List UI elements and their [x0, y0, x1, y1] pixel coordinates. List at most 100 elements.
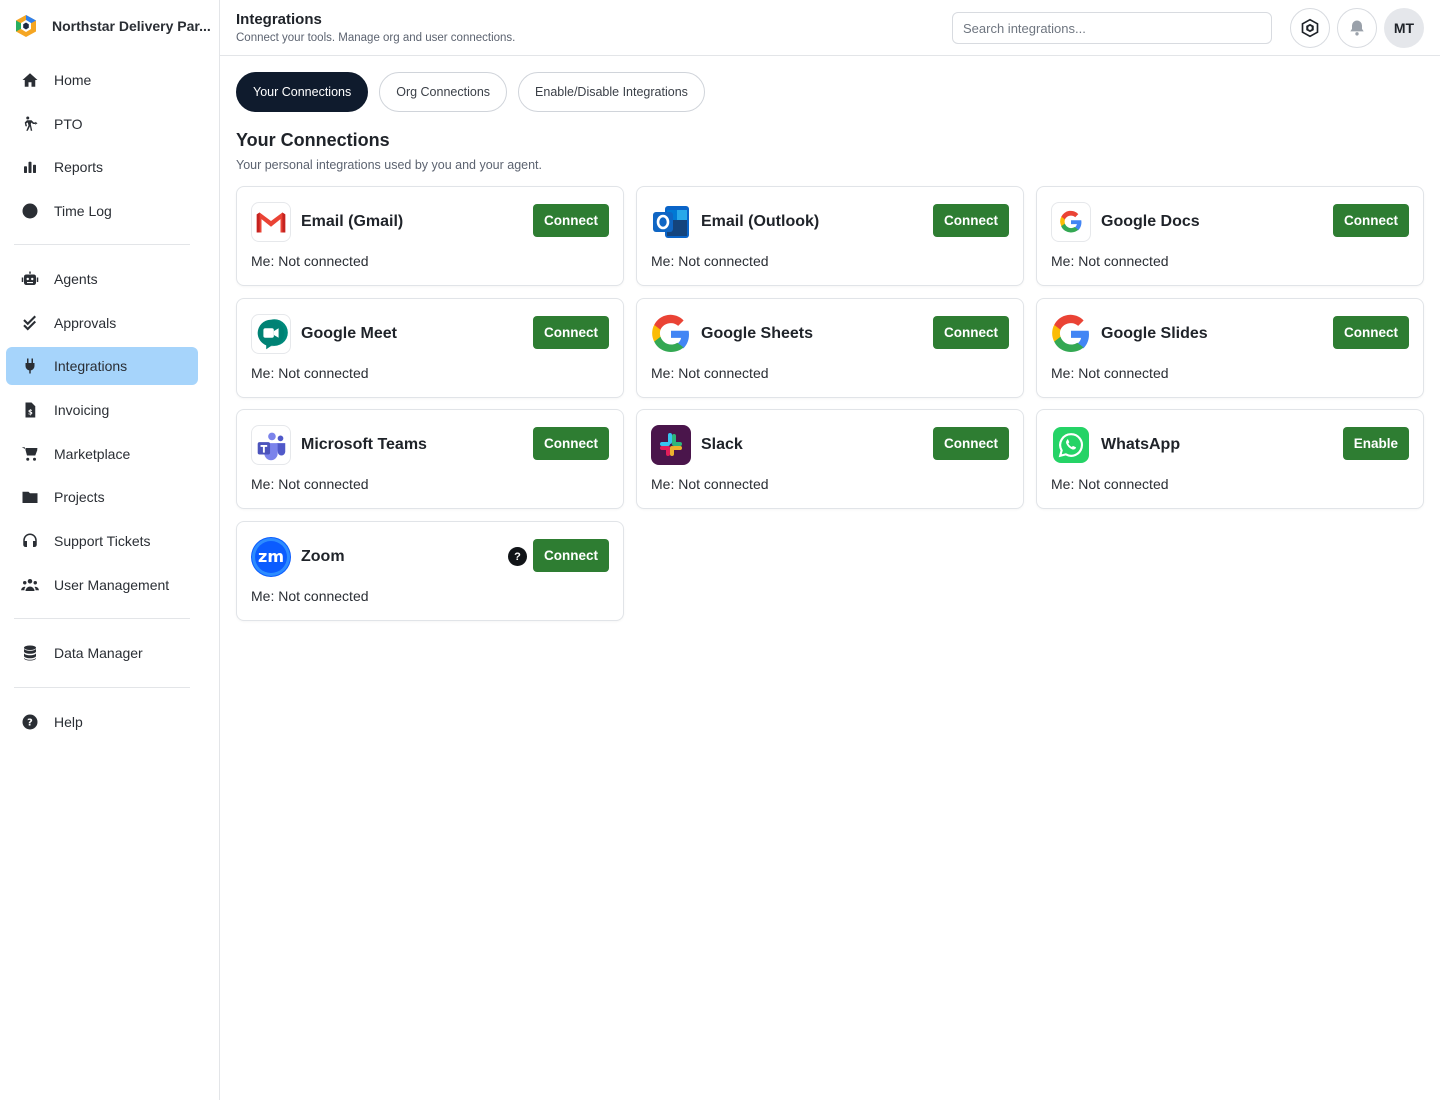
sidebar-item-home[interactable]: Home: [6, 61, 198, 99]
sidebar-item-approvals[interactable]: Approvals: [6, 304, 198, 342]
sidebar-item-label: Integrations: [54, 358, 128, 375]
enable-button[interactable]: Enable: [1342, 427, 1409, 460]
google-icon: [1051, 202, 1091, 242]
nav-divider: [14, 618, 190, 619]
integration-card-google-docs: Google Docs Connect Me: Not connected: [1036, 186, 1424, 286]
sidebar-item-agents[interactable]: Agents: [6, 260, 198, 298]
database-icon: [20, 643, 40, 663]
connection-status: Me: Not connected: [251, 253, 369, 269]
connect-button[interactable]: Connect: [933, 204, 1009, 237]
connect-button[interactable]: Connect: [933, 427, 1009, 460]
sidebar-item-help[interactable]: ? Help: [6, 703, 198, 741]
integration-card-google-slides: Google Slides Connect Me: Not connected: [1036, 298, 1424, 398]
top-header: Integrations Connect your tools. Manage …: [220, 0, 1440, 56]
search-input[interactable]: [952, 12, 1272, 44]
connection-status: Me: Not connected: [1051, 476, 1169, 492]
section-subtitle: Your personal integrations used by you a…: [236, 158, 542, 172]
sidebar-item-label: Home: [54, 72, 92, 88]
integration-name: Email (Gmail): [301, 213, 404, 230]
sidebar-item-label: Marketplace: [54, 445, 131, 462]
sidebar-item-label: Approvals: [54, 314, 117, 331]
whatsapp-icon: [1053, 427, 1089, 463]
avatar[interactable]: MT: [1384, 8, 1424, 48]
integration-name: Email (Outlook): [701, 213, 820, 230]
sidebar-item-data-manager[interactable]: Data Manager: [6, 634, 198, 672]
page-title: Integrations: [236, 11, 322, 28]
folder-icon: [20, 487, 40, 507]
teams-icon: [251, 425, 291, 465]
brand-logo-icon: [16, 15, 36, 37]
app-switcher-button[interactable]: [1290, 8, 1330, 48]
tab-org-connections[interactable]: Org Connections: [379, 72, 508, 112]
nav-divider: [14, 244, 190, 245]
sidebar-item-label: User Management: [54, 576, 170, 593]
integration-name: Google Sheets: [701, 325, 814, 342]
google-meet-icon: [251, 314, 291, 354]
sidebar-item-integrations[interactable]: Integrations: [6, 347, 198, 386]
integration-card-microsoft-teams: Microsoft Teams Connect Me: Not connecte…: [236, 409, 624, 509]
integration-name: Google Meet: [301, 325, 398, 342]
nav-group-help: ? Help: [6, 703, 198, 747]
connect-button[interactable]: Connect: [1333, 204, 1409, 237]
integration-name: Slack: [701, 436, 743, 453]
connect-button[interactable]: Connect: [533, 204, 609, 237]
integration-card-whatsapp: WhatsApp Enable Me: Not connected: [1036, 409, 1424, 509]
sidebar-item-label: Projects: [54, 489, 105, 506]
sidebar-item-label: Agents: [54, 271, 98, 287]
svg-text:zm: zm: [258, 547, 284, 566]
section-title: Your Connections: [236, 130, 390, 150]
integration-name: Google Slides: [1101, 325, 1208, 342]
bell-icon: [1350, 20, 1364, 36]
cart-icon: [20, 444, 40, 464]
cube-logo-icon: [1301, 18, 1319, 38]
google-icon: [651, 314, 691, 354]
nav-group-data: Data Manager: [6, 634, 198, 678]
sidebar-item-label: PTO: [54, 115, 83, 132]
check-double-icon: [20, 313, 40, 333]
sidebar-item-pto[interactable]: PTO: [6, 105, 198, 143]
sidebar-item-time-log[interactable]: Time Log: [6, 192, 198, 230]
connect-button[interactable]: Connect: [533, 539, 609, 572]
sidebar-item-support-tickets[interactable]: Support Tickets: [6, 522, 198, 560]
sidebar-item-user-management[interactable]: User Management: [6, 566, 198, 604]
integration-card-gmail: Email (Gmail) Connect Me: Not connected: [236, 186, 624, 286]
users-icon: [20, 575, 40, 595]
page-subtitle: Connect your tools. Manage org and user …: [236, 32, 516, 44]
sidebar-item-label: Invoicing: [54, 402, 110, 419]
connection-status: Me: Not connected: [651, 365, 769, 381]
sidebar-item-invoicing[interactable]: $ Invoicing: [6, 391, 198, 429]
connect-button[interactable]: Connect: [533, 316, 609, 349]
integration-card-google-meet: Google Meet Connect Me: Not connected: [236, 298, 624, 398]
notifications-button[interactable]: [1337, 8, 1377, 48]
integration-name: Google Docs: [1101, 213, 1200, 230]
bar-chart-icon: [20, 157, 40, 177]
connection-status: Me: Not connected: [251, 365, 369, 381]
integration-card-outlook: Email (Outlook) Connect Me: Not connecte…: [636, 186, 1024, 286]
connection-status: Me: Not connected: [651, 253, 769, 269]
tab-bar: Your Connections Org Connections Enable/…: [236, 72, 716, 112]
sidebar-item-label: Support Tickets: [54, 533, 151, 550]
sidebar: Northstar Delivery Par... Home PTO Repor…: [0, 0, 220, 1100]
outlook-icon: [651, 202, 691, 242]
svg-text:?: ?: [27, 717, 33, 728]
sidebar-item-projects[interactable]: Projects: [6, 478, 198, 516]
brand[interactable]: Northstar Delivery Par...: [14, 12, 211, 40]
sidebar-item-reports[interactable]: Reports: [6, 148, 198, 186]
connect-button[interactable]: Connect: [533, 427, 609, 460]
plug-icon: [20, 356, 40, 376]
tab-enable-disable-integrations[interactable]: Enable/Disable Integrations: [518, 72, 705, 112]
help-tooltip-icon[interactable]: ?: [508, 547, 527, 566]
home-icon: [20, 70, 40, 90]
connect-button[interactable]: Connect: [933, 316, 1009, 349]
integration-card-zoom: zm Zoom ? Connect Me: Not connected: [236, 521, 624, 621]
tab-your-connections[interactable]: Your Connections: [236, 72, 369, 112]
connection-status: Me: Not connected: [1051, 365, 1169, 381]
integration-card-google-sheets: Google Sheets Connect Me: Not connected: [636, 298, 1024, 398]
connect-button[interactable]: Connect: [1333, 316, 1409, 349]
sidebar-item-marketplace[interactable]: Marketplace: [6, 435, 198, 473]
nav-divider: [14, 687, 190, 688]
svg-text:$: $: [28, 409, 33, 417]
sidebar-item-label: Help: [54, 714, 83, 730]
nav-group-apps: Agents Approvals Integrations $ Invoicin…: [6, 260, 198, 610]
zoom-icon: zm: [251, 537, 291, 577]
